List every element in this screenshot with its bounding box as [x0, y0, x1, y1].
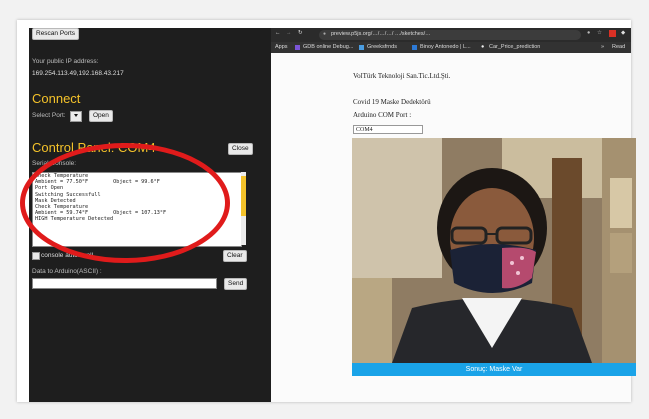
bookmark-greeks[interactable]: Greeksfrnds [367, 42, 397, 53]
close-button[interactable]: Close [228, 143, 253, 155]
project-title: Covid 19 Maske Dedektörü [353, 98, 431, 106]
bookmark-favicon-icon [295, 45, 300, 50]
browser-toolbar: ← → ↻ ● preview.p5js.org/…/…/…/ …/sketch… [271, 28, 631, 42]
bookmarks-bar: Apps GDB online Debug... Greeksfrnds Bin… [271, 42, 631, 53]
com-port-input[interactable]: COM4 [353, 125, 423, 134]
github-icon: ● [481, 44, 485, 50]
lock-icon: ● [323, 31, 327, 37]
ip-value: 169.254.113.49,192.168.43.217 [32, 70, 124, 77]
autoscroll-checkbox[interactable] [32, 252, 40, 260]
webcam-frame-image [352, 138, 636, 363]
bookmark-read[interactable]: Read [612, 42, 625, 53]
chevron-right-icon[interactable]: » [601, 42, 604, 53]
red-highlight-circle [20, 143, 230, 263]
data-input[interactable] [32, 278, 217, 289]
console-scrollbar[interactable] [241, 172, 246, 245]
scrollbar-thumb[interactable] [241, 176, 246, 216]
port-select[interactable] [70, 111, 82, 122]
connect-heading: Connect [32, 91, 81, 106]
bookmark-car[interactable]: Car_Price_prediction [489, 42, 540, 53]
webcam-video [352, 138, 636, 363]
extension-icon[interactable] [609, 30, 616, 37]
ip-label: Your public IP address: [32, 58, 99, 65]
clear-button[interactable]: Clear [223, 250, 247, 262]
back-icon[interactable]: ← [275, 28, 281, 39]
address-bar[interactable]: ● preview.p5js.org/…/…/…/ …/sketches/… [319, 30, 581, 40]
bookmark-favicon-icon [359, 45, 364, 50]
url-text: preview.p5js.org/…/…/…/ …/sketches/… [331, 31, 431, 37]
bookmark-apps[interactable]: Apps [275, 42, 288, 53]
send-button[interactable]: Send [224, 278, 248, 290]
rescan-ports-button[interactable]: Rescan Ports [32, 28, 80, 40]
com-port-label: Arduino COM Port : [353, 111, 412, 119]
open-button[interactable]: Open [89, 110, 113, 122]
bookmark-binoy[interactable]: Binoy Antonedo | L... [420, 42, 471, 53]
bookmark-gdb[interactable]: GDB online Debug... [303, 42, 353, 53]
key-icon[interactable]: ● [587, 28, 590, 39]
star-icon[interactable]: ☆ [597, 28, 602, 39]
data-to-arduino-label: Data to Arduino(ASCII) : [32, 268, 102, 275]
browser-window: ← → ↻ ● preview.p5js.org/…/…/…/ …/sketch… [271, 28, 636, 402]
forward-icon[interactable]: → [286, 28, 292, 39]
company-name: VolTürk Teknoloji San.Tic.Ltd.Şti. [353, 72, 451, 80]
chevron-down-icon [74, 114, 78, 117]
bookmark-favicon-icon [412, 45, 417, 50]
result-banner: Sonuç: Maske Var [352, 363, 636, 376]
reload-icon[interactable]: ↻ [298, 28, 303, 39]
puzzle-icon[interactable]: ◆ [621, 28, 625, 39]
select-port-label: Select Port: [32, 112, 66, 119]
